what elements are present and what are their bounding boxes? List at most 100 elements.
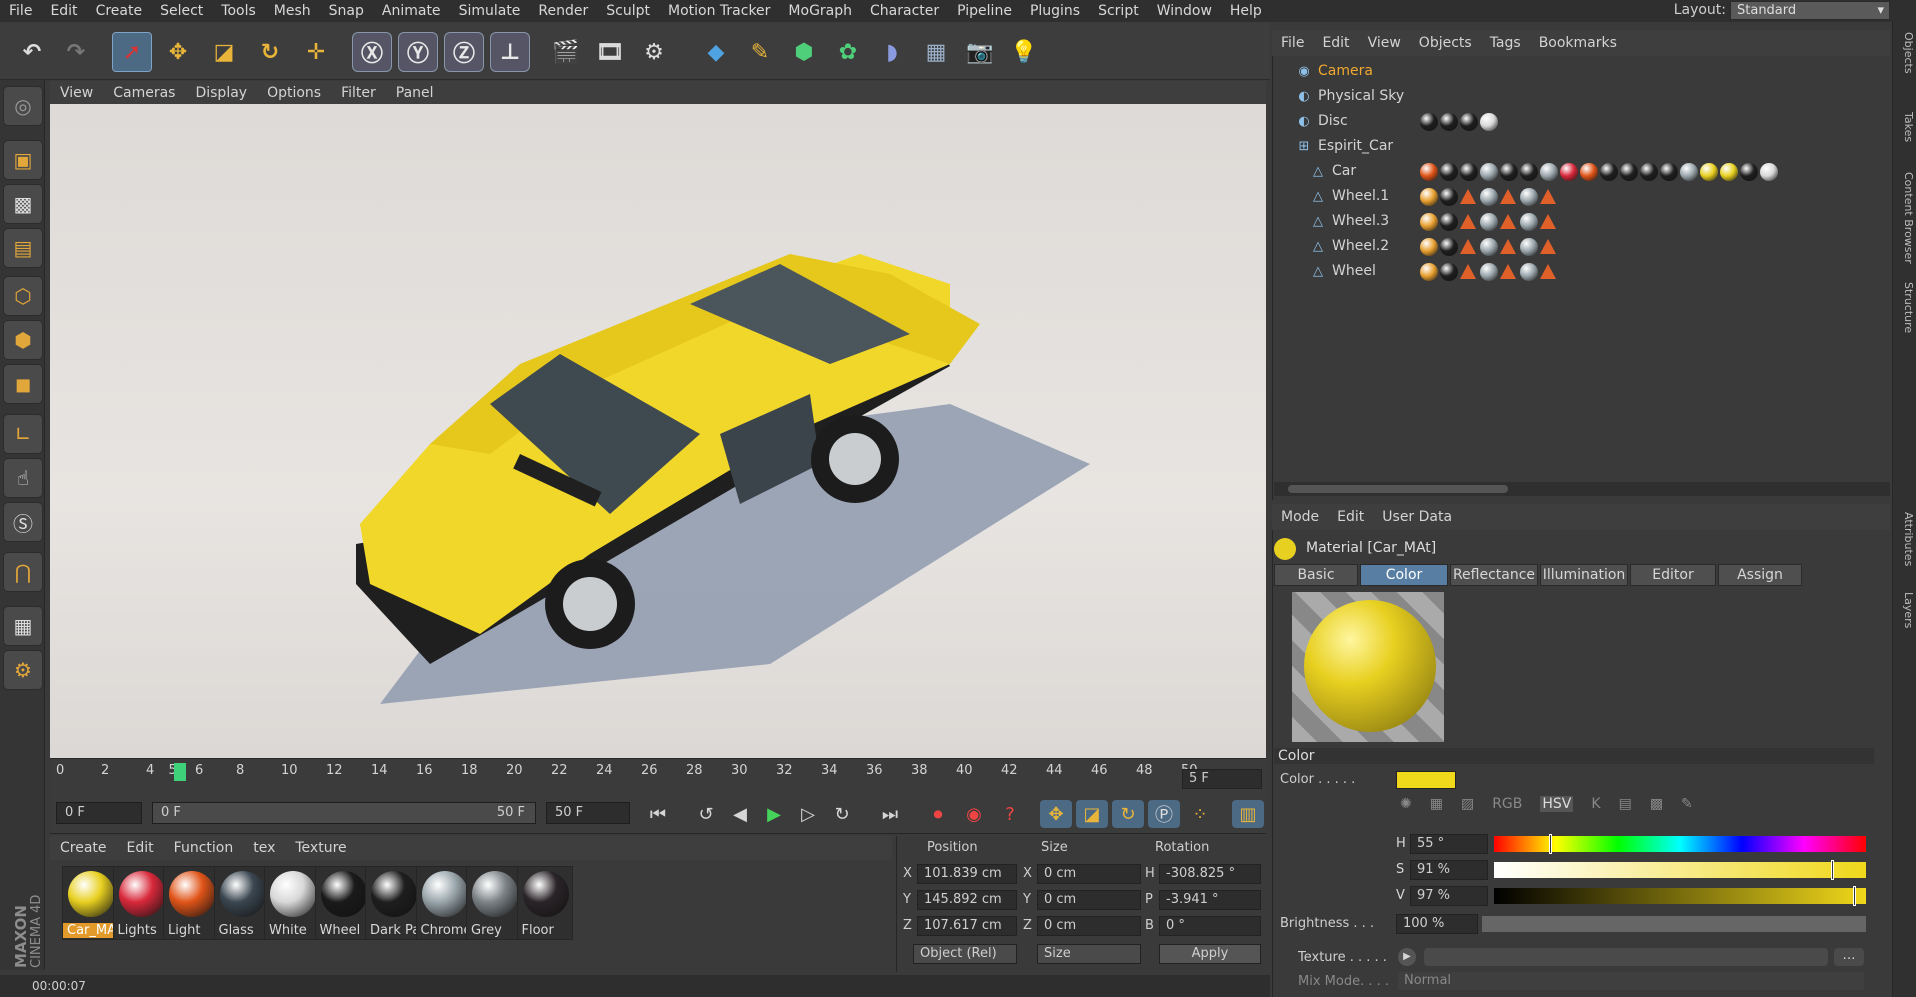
planar-workplane-icon[interactable]: ⚙ [3,650,43,690]
phong-tag-icon[interactable] [1540,264,1556,279]
rotate-tool-icon[interactable]: ↻ [250,32,290,72]
workplane-mode-icon[interactable]: ▤ [3,228,43,268]
material-tag-icon[interactable] [1680,163,1698,181]
object-row[interactable]: △ Car [1274,160,1890,184]
brightness-field[interactable]: 100 % [1396,914,1478,934]
material-menu-edit[interactable]: Edit [117,840,164,856]
attribute-menu-edit[interactable]: Edit [1328,509,1373,525]
camera-icon[interactable]: 📷 [960,32,1000,72]
rgb-mode[interactable]: RGB [1492,796,1522,812]
material-tag-icon[interactable] [1760,163,1778,181]
material-tag-icon[interactable] [1420,188,1438,206]
object-row[interactable]: ◉ Camera [1274,60,1890,84]
menu-file[interactable]: File [0,3,41,19]
side-tab-structure[interactable]: Structure [1895,282,1915,333]
material-tag-icon[interactable] [1600,163,1618,181]
object-manager-scrollbar[interactable] [1274,482,1890,496]
z-axis-lock-icon[interactable]: Ⓩ [444,32,484,72]
phong-tag-icon[interactable] [1500,189,1516,204]
position-field[interactable]: 145.892 cm [917,890,1017,910]
material-tag-icon[interactable] [1480,113,1498,131]
color-wheel-icon[interactable]: ✺ [1400,796,1412,812]
kelvin-mode[interactable]: K [1591,796,1600,812]
menu-character[interactable]: Character [861,3,948,19]
phong-tag-icon[interactable] [1500,214,1516,229]
material-tag-icon[interactable] [1720,163,1738,181]
apply-button[interactable]: Apply [1159,944,1261,964]
material-tag-icon[interactable] [1500,163,1518,181]
object-menu-view[interactable]: View [1359,35,1410,51]
viewport-menu-options[interactable]: Options [257,85,331,101]
material-menu-function[interactable]: Function [164,840,244,856]
menu-simulate[interactable]: Simulate [450,3,530,19]
coordinate-mode-dropdown[interactable]: Object (Rel) [913,944,1017,964]
object-menu-objects[interactable]: Objects [1410,35,1481,51]
material-tag-icon[interactable] [1420,238,1438,256]
solo-mode-icon[interactable]: Ⓢ [3,502,43,542]
material-tag-icon[interactable] [1440,113,1458,131]
menu-select[interactable]: Select [151,3,212,19]
tab-assign[interactable]: Assign [1718,564,1802,586]
phong-tag-icon[interactable] [1460,189,1476,204]
pen-spline-icon[interactable]: ✎ [740,32,780,72]
size-mode-dropdown[interactable]: Size [1037,944,1141,964]
phong-tag-icon[interactable] [1460,214,1476,229]
material-menu-create[interactable]: Create [50,840,117,856]
texture-expand-icon[interactable]: ▶ [1398,948,1416,966]
light-icon[interactable]: 💡 [1004,32,1044,72]
object-menu-edit[interactable]: Edit [1313,35,1358,51]
material-white[interactable]: White [264,866,320,940]
material-tag-icon[interactable] [1540,163,1558,181]
rotation-field[interactable]: -3.941 ° [1159,890,1261,910]
menu-motion-tracker[interactable]: Motion Tracker [659,3,779,19]
scale-tool-icon[interactable]: ◪ [204,32,244,72]
material-tag-icon[interactable] [1420,263,1438,281]
material-tag-icon[interactable] [1520,263,1538,281]
menu-mograph[interactable]: MoGraph [779,3,861,19]
material-tag-icon[interactable] [1440,163,1458,181]
viewport-menu-panel[interactable]: Panel [386,85,444,101]
move-tool-icon[interactable]: ✥ [158,32,198,72]
material-light[interactable]: Light [163,866,219,940]
material-grey[interactable]: Grey [466,866,522,940]
menu-create[interactable]: Create [87,3,152,19]
menu-edit[interactable]: Edit [41,3,86,19]
size-field[interactable]: 0 cm [1037,890,1141,910]
key-parameter-icon[interactable]: Ⓟ [1148,800,1180,828]
material-tag-icon[interactable] [1420,213,1438,231]
material-tag-icon[interactable] [1420,113,1438,131]
viewport-menu-cameras[interactable]: Cameras [103,85,185,101]
size-field[interactable]: 0 cm [1037,916,1141,936]
material-tag-icon[interactable] [1520,163,1538,181]
visibility-icon[interactable] [1408,139,1424,155]
size-field[interactable]: 0 cm [1037,864,1141,884]
layout-dropdown[interactable]: Standard [1730,1,1890,20]
mixer-icon[interactable]: ▤ [1619,796,1632,812]
menu-help[interactable]: Help [1221,3,1271,19]
play-icon[interactable]: ▶ [758,800,790,828]
goto-start-icon[interactable]: ⏮ [642,800,674,828]
rotation-field[interactable]: 0 ° [1159,916,1261,936]
material-tag-icon[interactable] [1560,163,1578,181]
object-menu-file[interactable]: File [1272,35,1313,51]
cube-primitive-icon[interactable]: ◆ [696,32,736,72]
material-chrome[interactable]: Chrome [415,866,472,940]
render-settings-icon[interactable]: ⚙ [634,32,674,72]
menu-mesh[interactable]: Mesh [265,3,320,19]
workplane-lock-icon[interactable]: ▦ [3,606,43,646]
redo-icon[interactable]: ↷ [56,32,96,72]
material-wheel[interactable]: Wheel [314,866,371,940]
material-car_mat[interactable]: Car_MAt [62,866,119,940]
edges-mode-icon[interactable]: ⬢ [3,320,43,360]
side-tab-layers[interactable]: Layers [1895,592,1915,628]
position-field[interactable]: 101.839 cm [917,864,1017,884]
eyedropper-icon[interactable]: ✎ [1681,796,1693,812]
material-tag-icon[interactable] [1480,213,1498,231]
material-glass[interactable]: Glass [213,866,270,940]
side-tab-takes[interactable]: Takes [1895,112,1915,142]
tab-illumination[interactable]: Illumination [1540,564,1628,586]
timeline-window-icon[interactable]: ▥ [1232,800,1264,828]
material-tag-icon[interactable] [1440,263,1458,281]
transform-tool-icon[interactable]: ✛ [296,32,336,72]
material-tag-icon[interactable] [1480,238,1498,256]
